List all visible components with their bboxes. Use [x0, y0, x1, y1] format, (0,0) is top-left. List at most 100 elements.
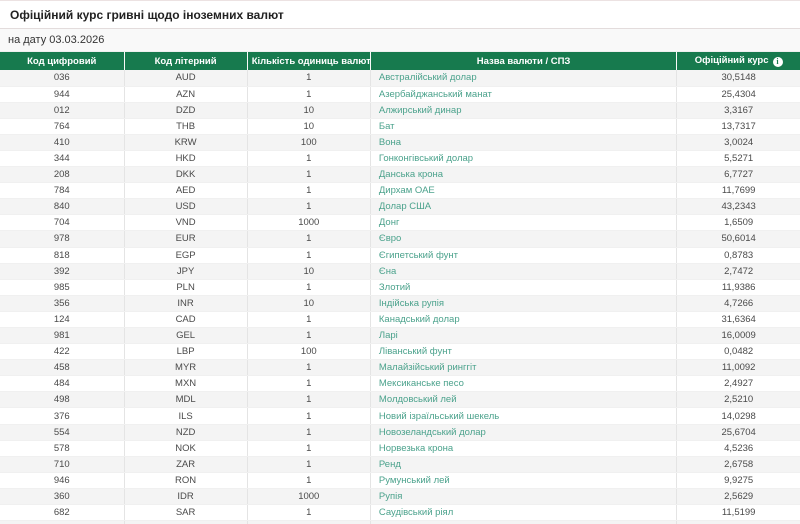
table-row: 944 AZN 1 Азербайджанський манат 25,4304 — [0, 86, 800, 103]
cell-name[interactable]: Румунський лей — [370, 472, 678, 489]
cell-rate: 2,4927 — [676, 375, 800, 393]
table-row: 360 IDR 1000 Рупія 2,5629 — [0, 488, 800, 506]
info-icon[interactable]: i — [772, 57, 783, 67]
cell-code: 944 — [0, 86, 125, 103]
cell-code: 764 — [0, 118, 125, 135]
cell-letter: HKD — [124, 150, 248, 168]
cell-qty: 1 — [247, 182, 371, 200]
cell-name[interactable]: Саудівський ріял — [370, 504, 678, 522]
cell-name[interactable]: Долар США — [370, 198, 678, 216]
cell-name — [370, 520, 678, 524]
cell-code: 208 — [0, 166, 125, 184]
cell-letter: VND — [124, 214, 248, 232]
table-row: 344 HKD 1 Гонконгівський долар 5,5271 — [0, 150, 800, 168]
cell-name[interactable]: Євро — [370, 230, 678, 248]
cell-name[interactable]: Рупія — [370, 488, 678, 506]
table-row: 422 LBP 100 Ліванський фунт 0,0482 — [0, 343, 800, 361]
table-row: 946 RON 1 Румунський лей 9,9275 — [0, 472, 800, 489]
cell-letter: AUD — [124, 70, 248, 87]
cell-name[interactable]: Дирхам ОАЕ — [370, 182, 678, 200]
cell-qty — [247, 520, 371, 524]
cell-name[interactable]: Молдовський лей — [370, 391, 678, 409]
cell-code: 036 — [0, 70, 125, 87]
cell-name[interactable]: Мексиканське песо — [370, 375, 678, 393]
cell-name[interactable]: Новозеландський долар — [370, 424, 678, 441]
table-row: 764 THB 10 Бат 13,7317 — [0, 118, 800, 135]
cell-letter: EUR — [124, 230, 248, 248]
cell-letter: DZD — [124, 102, 248, 119]
cell-qty: 1 — [247, 375, 371, 393]
cell-rate: 50,6014 — [676, 230, 800, 248]
cell-rate: 0,0482 — [676, 343, 800, 361]
cell-name[interactable]: Гонконгівський долар — [370, 150, 678, 168]
cell-code: 458 — [0, 359, 125, 377]
cell-name[interactable]: Норвезька крона — [370, 440, 678, 457]
cell-name[interactable]: Вона — [370, 134, 678, 151]
cell-rate: 3,0024 — [676, 134, 800, 151]
cell-name[interactable]: Індійська рупія — [370, 295, 678, 312]
cell-letter: GEL — [124, 327, 248, 345]
table-row: 985 PLN 1 Злотий 11,9386 — [0, 279, 800, 296]
cell-rate: 2,5629 — [676, 488, 800, 506]
cell-qty: 10 — [247, 118, 371, 135]
table-row: 484 MXN 1 Мексиканське песо 2,4927 — [0, 375, 800, 393]
cell-rate: 5,5271 — [676, 150, 800, 168]
cell-rate: 0,8783 — [676, 247, 800, 264]
table-row: 840 USD 1 Долар США 43,2343 — [0, 198, 800, 216]
cell-code: 554 — [0, 424, 125, 441]
cell-name[interactable]: Данська крона — [370, 166, 678, 184]
cell-name[interactable]: Ларі — [370, 327, 678, 345]
cell-name[interactable]: Австралійський долар — [370, 70, 678, 87]
cell-name[interactable]: Малайзійський ринггіт — [370, 359, 678, 377]
cell-name[interactable]: Новий ізраїльський шекель — [370, 407, 678, 425]
cell-name[interactable]: Злотий — [370, 279, 678, 296]
table-row: 012 DZD 10 Алжирський динар 3,3167 — [0, 102, 800, 119]
cell-name[interactable]: Канадський долар — [370, 311, 678, 329]
cell-code: 682 — [0, 504, 125, 522]
cell-qty: 1 — [247, 456, 371, 473]
cell-code: 484 — [0, 375, 125, 393]
cell-rate: 16,0009 — [676, 327, 800, 345]
cell-qty: 1 — [247, 311, 371, 329]
cell-qty: 10 — [247, 295, 371, 312]
cell-qty: 1 — [247, 247, 371, 264]
table-row: 981 GEL 1 Ларі 16,0009 — [0, 327, 800, 345]
cell-name[interactable]: Ренд — [370, 456, 678, 473]
cell-qty: 1 — [247, 198, 371, 216]
cell-qty: 1 — [247, 166, 371, 184]
cell-qty: 1 — [247, 359, 371, 377]
cell-letter: THB — [124, 118, 248, 135]
cell-name[interactable]: Ліванський фунт — [370, 343, 678, 361]
table-row: 124 CAD 1 Канадський долар 31,6364 — [0, 311, 800, 329]
table-row: 392 JPY 10 Єна 2,7472 — [0, 263, 800, 280]
cell-rate: 25,4304 — [676, 86, 800, 103]
cell-letter: AED — [124, 182, 248, 200]
table-row: 458 MYR 1 Малайзійський ринггіт 11,0092 — [0, 359, 800, 377]
cell-name[interactable]: Єна — [370, 263, 678, 280]
cell-name[interactable]: Донг — [370, 214, 678, 232]
cell-rate: 30,5148 — [676, 70, 800, 87]
cell-name[interactable]: Бат — [370, 118, 678, 135]
cell-code: 818 — [0, 247, 125, 264]
cell-letter: ILS — [124, 407, 248, 425]
table-row: 704 VND 1000 Донг 1,6509 — [0, 214, 800, 232]
table-row: 356 INR 10 Індійська рупія 4,7266 — [0, 295, 800, 312]
cell-name[interactable]: Єгипетський фунт — [370, 247, 678, 264]
table-row: 498 MDL 1 Молдовський лей 2,5210 — [0, 391, 800, 409]
cell-code: 784 — [0, 182, 125, 200]
cell-rate: 31,6364 — [676, 311, 800, 329]
cell-name[interactable]: Алжирський динар — [370, 102, 678, 119]
cell-name[interactable]: Азербайджанський манат — [370, 86, 678, 103]
cell-rate: 43,2343 — [676, 198, 800, 216]
cell-qty: 1 — [247, 327, 371, 345]
cell-rate: 11,7699 — [676, 182, 800, 200]
table-row: 710 ZAR 1 Ренд 2,6758 — [0, 456, 800, 473]
cell-code: 410 — [0, 134, 125, 151]
exchange-rates-table: Код цифровий Код літерний Кількість один… — [0, 52, 800, 524]
cell-rate — [676, 520, 800, 524]
cell-qty: 1 — [247, 86, 371, 103]
rates-table-body: 036 AUD 1 Австралійський долар 30,5148 944 AZN… — [0, 70, 800, 524]
cell-rate: 11,0092 — [676, 359, 800, 377]
cell-letter: INR — [124, 295, 248, 312]
cell-rate: 4,5236 — [676, 440, 800, 457]
